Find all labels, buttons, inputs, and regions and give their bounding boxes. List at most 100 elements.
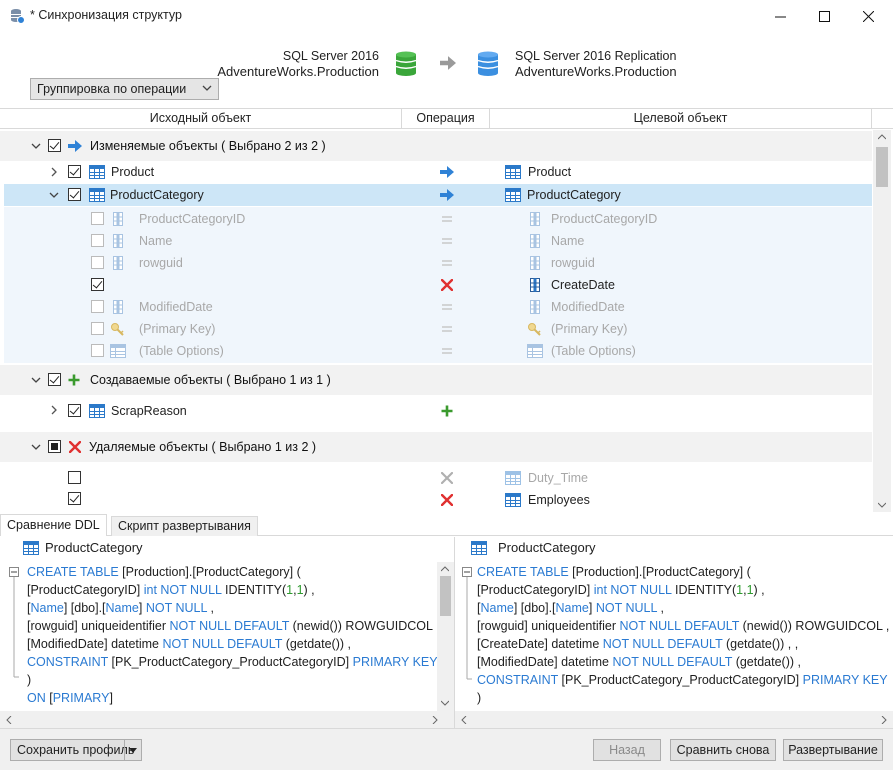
scrollbar-thumb[interactable] <box>876 147 888 187</box>
scroll-left-icon[interactable] <box>461 716 467 724</box>
key-icon <box>527 322 543 336</box>
column-source[interactable]: Исходный объект <box>0 109 402 128</box>
source-connection: SQL Server 2016 AdventureWorks.Productio… <box>217 48 379 80</box>
target-object-name: Duty_Time <box>528 471 588 485</box>
scrollbar-thumb[interactable] <box>440 576 451 616</box>
code-token: ON <box>27 691 46 705</box>
group-deleted-checkbox[interactable] <box>48 440 61 453</box>
group-modified-label: Изменяемые объекты ( Выбрано 2 из 2 ) <box>90 139 326 153</box>
chevron-right-icon[interactable] <box>49 167 59 177</box>
group-deleted[interactable]: Удаляемые объекты ( Выбрано 1 из 2 ) <box>0 432 872 462</box>
compare-again-button[interactable]: Сравнить снова <box>670 739 776 761</box>
table-row[interactable]: Product Product <box>0 161 872 183</box>
column-operation[interactable]: Операция <box>402 109 490 128</box>
column-row[interactable]: (Primary Key) (Primary Key) <box>4 317 872 339</box>
column-row[interactable]: (Table Options) (Table Options) <box>4 339 872 363</box>
column-target[interactable]: Целевой объект <box>490 109 872 128</box>
delete-icon <box>441 279 453 291</box>
direction-arrow-icon <box>440 56 456 70</box>
code-token: Name <box>555 601 589 615</box>
chevron-down-icon[interactable] <box>31 141 41 151</box>
right-code-horizontal-scrollbar[interactable] <box>455 711 893 728</box>
scroll-down-icon[interactable] <box>441 700 449 706</box>
code-token: (getdate()) , , <box>722 637 799 651</box>
column-row[interactable]: Name Name <box>4 229 872 251</box>
fold-gutter[interactable] <box>9 567 19 687</box>
scroll-right-icon[interactable] <box>881 716 887 724</box>
column-row[interactable]: CreateDate <box>4 273 872 295</box>
deploy-button[interactable]: Развертывание <box>783 739 883 761</box>
table-row[interactable]: Employees <box>0 489 872 511</box>
group-modified-checkbox[interactable] <box>48 139 61 152</box>
code-line: [ProductCategoryID] int NOT NULL IDENTIT… <box>477 581 891 599</box>
row-checkbox[interactable] <box>91 344 104 357</box>
code-token: [Production].[ProductCategory] ( <box>118 565 301 579</box>
row-checkbox[interactable] <box>91 300 104 313</box>
left-code-horizontal-scrollbar[interactable] <box>0 711 454 728</box>
code-token: (newid()) ROWGUIDCOL , <box>289 619 437 633</box>
left-pane-title: ProductCategory <box>45 540 143 555</box>
scroll-left-icon[interactable] <box>6 716 12 724</box>
code-line: ) <box>477 689 891 707</box>
scroll-down-icon[interactable] <box>878 502 886 508</box>
row-checkbox[interactable] <box>68 471 81 484</box>
chevron-down-icon <box>129 747 137 753</box>
back-button[interactable]: Назад <box>593 739 661 761</box>
row-checkbox[interactable] <box>68 492 81 505</box>
group-created[interactable]: Создаваемые объекты ( Выбрано 1 из 1 ) <box>0 365 872 395</box>
row-checkbox[interactable] <box>91 322 104 335</box>
row-checkbox[interactable] <box>91 212 104 225</box>
scroll-right-icon[interactable] <box>432 716 438 724</box>
table-row[interactable]: Duty_Time <box>0 466 872 488</box>
source-object-name: rowguid <box>139 256 183 270</box>
row-checkbox[interactable] <box>91 256 104 269</box>
left-code-editor[interactable]: CREATE TABLE [Production].[ProductCatego… <box>27 563 437 713</box>
maximize-button[interactable] <box>801 0 847 32</box>
grouping-dropdown[interactable]: Группировка по операции <box>30 78 219 100</box>
column-row[interactable]: rowguid rowguid <box>4 251 872 273</box>
footer-bar: Сохранить профиль Назад Сравнить снова Р… <box>0 728 893 770</box>
column-icon <box>527 256 543 270</box>
table-row[interactable]: ScrapReason <box>0 399 872 421</box>
target-object-name: Product <box>528 165 572 179</box>
row-checkbox[interactable] <box>68 165 81 178</box>
code-line: [rowguid] uniqueidentifier NOT NULL DEFA… <box>27 617 437 635</box>
code-token: NOT NULL DEFAULT <box>169 619 290 633</box>
column-row[interactable]: ProductCategoryID ProductCategoryID <box>4 207 872 229</box>
save-profile-dropdown[interactable] <box>124 740 141 760</box>
scroll-up-icon[interactable] <box>878 134 886 140</box>
save-profile-button[interactable]: Сохранить профиль <box>10 739 142 761</box>
group-created-checkbox[interactable] <box>48 373 61 386</box>
target-object-name: (Primary Key) <box>551 322 628 336</box>
source-object-name: (Primary Key) <box>139 322 216 336</box>
chevron-down-icon[interactable] <box>31 375 41 385</box>
chevron-right-icon[interactable] <box>49 405 59 415</box>
row-checkbox[interactable] <box>91 234 104 247</box>
chevron-down-icon[interactable] <box>31 442 41 452</box>
code-token: ) , <box>303 583 315 597</box>
close-button[interactable] <box>845 0 891 32</box>
scroll-up-icon[interactable] <box>441 566 449 572</box>
table-row-selected[interactable]: ProductCategory ProductCategory <box>4 184 872 206</box>
tab-deploy-script[interactable]: Скрипт развертывания <box>111 516 258 536</box>
row-checkbox[interactable] <box>68 188 81 201</box>
group-modified[interactable]: Изменяемые объекты ( Выбрано 2 из 2 ) <box>0 131 872 161</box>
right-code-editor[interactable]: CREATE TABLE [Production].[ProductCatego… <box>477 563 891 713</box>
code-line: CONSTRAINT [PK_ProductCategory_ProductCa… <box>477 671 891 689</box>
code-token: IDENTITY( <box>671 583 737 597</box>
grid-vertical-scrollbar[interactable] <box>873 130 891 512</box>
tab-ddl-compare[interactable]: Сравнение DDL <box>0 514 107 536</box>
chevron-down-icon[interactable] <box>49 190 59 200</box>
table-icon <box>505 165 521 179</box>
code-line: CREATE TABLE [Production].[ProductCatego… <box>477 563 891 581</box>
minimize-button[interactable] <box>757 0 803 32</box>
source-server: SQL Server 2016 <box>282 49 379 63</box>
row-checkbox[interactable] <box>68 404 81 417</box>
bottom-tabs: Сравнение DDL Скрипт развертывания <box>0 514 893 536</box>
code-line: ON [PRIMARY] <box>27 689 437 707</box>
left-code-vertical-scrollbar[interactable] <box>437 562 454 711</box>
fold-gutter[interactable] <box>462 567 472 687</box>
pane-divider[interactable] <box>454 537 455 728</box>
row-checkbox[interactable] <box>91 278 104 291</box>
column-row[interactable]: ModifiedDate ModifiedDate <box>4 295 872 317</box>
